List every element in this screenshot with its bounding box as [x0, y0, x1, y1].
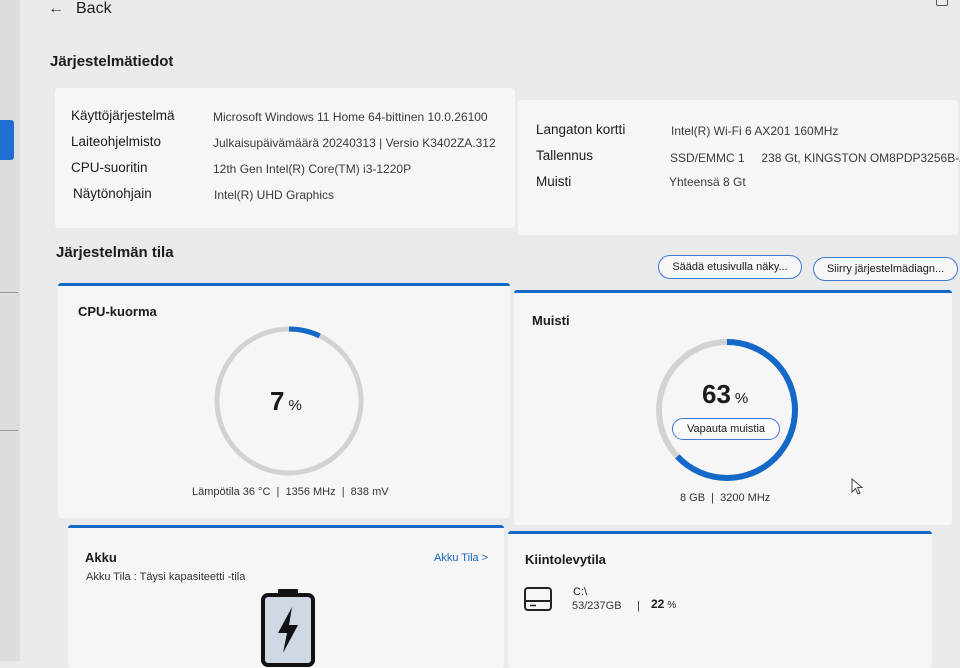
separator: |	[637, 600, 640, 612]
system-status-heading: Järjestelmän tila	[56, 244, 174, 261]
window-icon[interactable]	[936, 0, 948, 6]
storage-value: SSD/EMMC 1 238 Gt, KINGSTON OM8PDP3256B-…	[670, 151, 960, 165]
drive-usage: 53/237GB	[572, 600, 622, 612]
memory-percent-unit: %	[734, 390, 749, 407]
cpu-load-tile: CPU-kuorma 7% Lämpötila 36 °C | 1356 MHz…	[58, 283, 510, 518]
memory-tile: Muisti 63% Vapauta muistia 8 GB | 3200 M…	[514, 290, 952, 525]
cpu-percent-value: 7	[270, 386, 285, 416]
back-button[interactable]: ← Back	[48, 0, 112, 18]
divider	[0, 430, 18, 431]
mouse-cursor-icon	[851, 478, 864, 495]
firmware-label: Laiteohjelmisto	[71, 134, 162, 149]
disk-space-title: Kiintolevytila	[525, 552, 606, 567]
free-memory-button[interactable]: Vapauta muistia	[672, 418, 780, 440]
side-nav-strip	[0, 0, 20, 661]
wifi-label: Langaton kortti	[536, 122, 626, 137]
drive-icon	[524, 587, 552, 611]
system-info-card: Käyttöjärjestelmä Microsoft Windows 11 H…	[55, 88, 515, 228]
drive-letter: C:\	[573, 586, 588, 598]
battery-tile: Akku Akku Tila > Akku Tila : Täysi kapas…	[68, 525, 504, 668]
memory-title: Muisti	[532, 313, 570, 328]
os-label: Käyttöjärjestelmä	[71, 108, 175, 123]
memory-label: Muisti	[536, 174, 572, 189]
divider	[0, 292, 18, 293]
firmware-value: Julkaisupäivämäärä 20240313 | Versio K34…	[213, 136, 496, 150]
storage-label: Tallennus	[536, 148, 594, 163]
battery-title: Akku	[85, 550, 117, 565]
system-info-card-right: Langaton kortti Intel(R) Wi-Fi 6 AX201 1…	[518, 100, 960, 235]
cpu-percent-unit: %	[288, 397, 302, 414]
gpu-value: Intel(R) UHD Graphics	[214, 188, 335, 202]
battery-charging-icon	[261, 589, 315, 667]
memory-percent: 63%	[702, 379, 748, 410]
os-value: Microsoft Windows 11 Home 64-bittinen 10…	[213, 110, 488, 124]
cpu-value: 12th Gen Intel(R) Core(TM) i3-1220P	[213, 162, 412, 176]
back-label: Back	[76, 0, 112, 17]
drive-percent-unit: %	[667, 600, 677, 611]
adjust-home-button[interactable]: Säädä etusivulla näky...	[658, 255, 802, 279]
memory-percent-value: 63	[702, 379, 731, 409]
system-diagnostics-button[interactable]: Siirry järjestelmädiagn...	[813, 257, 958, 281]
battery-status-text: Akku Tila : Täysi kapasiteetti -tila	[86, 571, 246, 583]
wifi-value: Intel(R) Wi-Fi 6 AX201 160MHz	[671, 124, 839, 138]
memory-details: 8 GB | 3200 MHz	[680, 492, 771, 504]
system-info-heading: Järjestelmätiedot	[50, 53, 174, 70]
cpu-load-title: CPU-kuorma	[78, 304, 157, 319]
drive-percent: 22%	[651, 597, 676, 611]
cpu-details: Lämpötila 36 °C | 1356 MHz | 838 mV	[192, 486, 389, 498]
cpu-label: CPU-suoritin	[71, 160, 148, 175]
memory-gauge	[656, 339, 798, 481]
drive-percent-value: 22	[651, 597, 665, 611]
memory-value: Yhteensä 8 Gt	[669, 175, 746, 189]
battery-status-link[interactable]: Akku Tila >	[434, 552, 488, 564]
back-arrow-icon: ←	[48, 0, 64, 17]
disk-space-tile: Kiintolevytila C:\ 53/237GB | 22%	[508, 531, 932, 668]
gpu-label: Näytönohjain	[73, 186, 152, 201]
cpu-percent: 7%	[270, 386, 302, 417]
side-nav-selected-indicator[interactable]	[0, 120, 14, 160]
